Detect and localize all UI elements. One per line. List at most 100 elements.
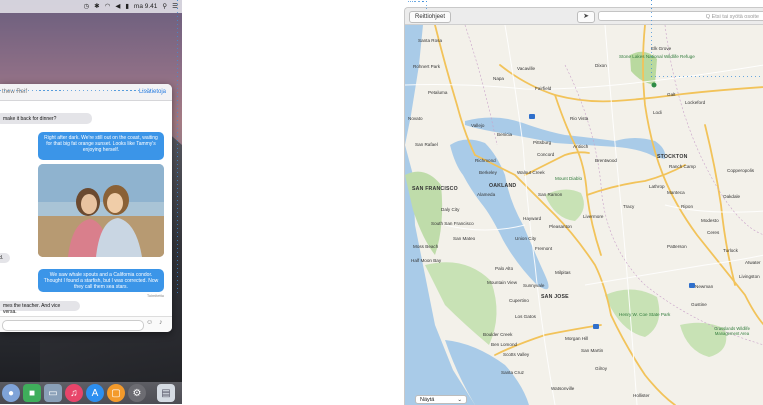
trash-icon[interactable]: 🗑︎ bbox=[178, 384, 182, 402]
message-input-bar: ☺ ♪ bbox=[0, 316, 172, 332]
callout-dot bbox=[415, 1, 417, 3]
map-label: Gilroy bbox=[595, 366, 607, 371]
preview-icon[interactable]: ▤ bbox=[157, 384, 175, 402]
map-label: Dixon bbox=[595, 63, 607, 68]
map-label: Lathrop bbox=[649, 184, 665, 189]
map-label: Ranch Camp bbox=[669, 164, 696, 169]
time-machine-icon[interactable]: ◷ bbox=[84, 0, 90, 13]
map-label: Santa Rosa bbox=[418, 38, 443, 43]
map-label: Newman bbox=[695, 284, 714, 289]
shared-photo[interactable] bbox=[38, 164, 164, 257]
map-label: Concord bbox=[537, 152, 555, 157]
callout-dot bbox=[418, 1, 421, 3]
map-label: Los Gatos bbox=[515, 314, 536, 319]
map-label: Rohnert Park bbox=[413, 64, 441, 69]
map-label: Daly City bbox=[441, 207, 460, 212]
maps-window: Reittiohjeet ➤ Q Etsi tai syötä osoite S… bbox=[404, 7, 763, 405]
location-arrow-icon: ➤ bbox=[583, 13, 589, 20]
map-label: Lockeford bbox=[685, 100, 706, 105]
map-label: Mount Diablo bbox=[555, 176, 583, 181]
messages-icon[interactable]: ● bbox=[2, 384, 20, 402]
show-select[interactable]: Näytä ⌄ bbox=[415, 395, 467, 404]
map-search-field[interactable]: Q Etsi tai syötä osoite bbox=[598, 11, 763, 21]
photo-people-image bbox=[38, 164, 164, 257]
photos-icon[interactable]: ▭ bbox=[44, 384, 62, 402]
map-label: Elk Grove bbox=[651, 46, 672, 51]
conversation-header: thew Reif Lisätietoja bbox=[0, 84, 172, 101]
map-label: Richmond bbox=[475, 158, 496, 163]
map-label: Milpitas bbox=[555, 270, 571, 275]
spotlight-icon[interactable]: ⚲ bbox=[162, 0, 167, 13]
map-label: Henry W. Coe State Park bbox=[619, 312, 671, 317]
map-label: Galt bbox=[667, 92, 676, 97]
map-label: Petaluma bbox=[428, 90, 448, 95]
callout-dot bbox=[411, 1, 413, 3]
current-location-button[interactable]: ➤ bbox=[577, 11, 595, 23]
map-label: San Martin bbox=[581, 348, 604, 353]
map-label: Union City bbox=[515, 236, 537, 241]
desktop: ◷ ✱ ◠ ◀︎ ▮ ma 9.41 ⚲ ☰ thew Reif Lisätie… bbox=[0, 0, 182, 404]
map-label: Hollister bbox=[633, 393, 650, 398]
map-label: Atwater bbox=[745, 260, 761, 265]
wifi-icon[interactable]: ◠ bbox=[105, 0, 111, 13]
microphone-icon[interactable]: ♪ bbox=[159, 319, 163, 326]
message-input[interactable] bbox=[2, 320, 144, 331]
callout-dot bbox=[422, 1, 424, 3]
map-label: Walnut Creek bbox=[517, 170, 545, 175]
map-label: Vallejo bbox=[471, 123, 485, 128]
map-label: Benicia bbox=[497, 132, 513, 137]
map-label: Oakdale bbox=[723, 194, 741, 199]
map-label: Tracy bbox=[623, 204, 635, 209]
map-label: Half Moon Bay bbox=[411, 258, 442, 263]
map-label: Berkeley bbox=[479, 170, 497, 175]
itunes-icon[interactable]: ♫ bbox=[65, 384, 83, 402]
map-label: Vacaville bbox=[517, 66, 536, 71]
map-label: Modesto bbox=[701, 218, 719, 223]
map-label: Rio Vista bbox=[570, 116, 589, 121]
menubar-clock[interactable]: ma 9.41 bbox=[134, 0, 158, 13]
map-label: Livermore bbox=[583, 214, 604, 219]
map-pin-icon[interactable] bbox=[651, 82, 657, 88]
map-label: Pittsburg bbox=[533, 140, 552, 145]
map-label: STOCKTON bbox=[657, 154, 688, 160]
map-label: Copperopolis bbox=[727, 168, 755, 173]
received-message: mes the teacher. And vice versa. bbox=[0, 301, 80, 315]
app-store-icon[interactable]: A bbox=[86, 384, 104, 402]
map-label: Gustine bbox=[691, 302, 707, 307]
map-label: Grasslands Wildlife Management Area bbox=[714, 326, 750, 336]
map-label: Manteca bbox=[667, 190, 685, 195]
map-label: Moss Beach bbox=[413, 244, 439, 249]
map-label: Turlock bbox=[723, 248, 738, 253]
bluetooth-icon[interactable]: ✱ bbox=[94, 0, 99, 13]
map-label: South San Francisco bbox=[431, 221, 474, 226]
messages-window: thew Reif Lisätietoja make it back for d… bbox=[0, 84, 172, 332]
map-label: San Ramon bbox=[538, 192, 563, 197]
callout-dot bbox=[426, 1, 428, 3]
map-label: SAN JOSE bbox=[541, 294, 569, 300]
details-button[interactable]: Lisätietoja bbox=[139, 89, 166, 95]
emoji-icon[interactable]: ☺ bbox=[146, 319, 153, 326]
ibooks-icon[interactable]: ▢ bbox=[107, 384, 125, 402]
map-label: Palo Alto bbox=[495, 266, 514, 271]
directions-button[interactable]: Reittiohjeet bbox=[409, 11, 452, 23]
map-label: San Mateo bbox=[453, 236, 476, 241]
map-label: Novato bbox=[408, 116, 423, 121]
system-preferences-icon[interactable]: ⚙ bbox=[128, 384, 146, 402]
map-label: Livingston bbox=[739, 274, 760, 279]
map-label: Mountain View bbox=[487, 280, 518, 285]
battery-icon[interactable]: ▮ bbox=[125, 0, 129, 13]
map-label: Hayward bbox=[523, 216, 542, 221]
received-message: make it back for dinner? bbox=[0, 113, 92, 124]
received-message: d. bbox=[0, 253, 10, 263]
map-label: Cupertino bbox=[509, 298, 529, 303]
facetime-icon[interactable]: ■ bbox=[23, 384, 41, 402]
map-label: Brentwood bbox=[595, 158, 617, 163]
volume-icon[interactable]: ◀︎ bbox=[115, 0, 120, 13]
map-label: SAN FRANCISCO bbox=[412, 186, 458, 192]
map-label: Napa bbox=[493, 76, 504, 81]
map-label: OAKLAND bbox=[489, 183, 517, 189]
map-label: Alameda bbox=[477, 192, 496, 197]
map-label: Patterson bbox=[667, 244, 687, 249]
map-label: Watsonville bbox=[551, 386, 575, 391]
map-label: Santa Cruz bbox=[501, 370, 524, 375]
